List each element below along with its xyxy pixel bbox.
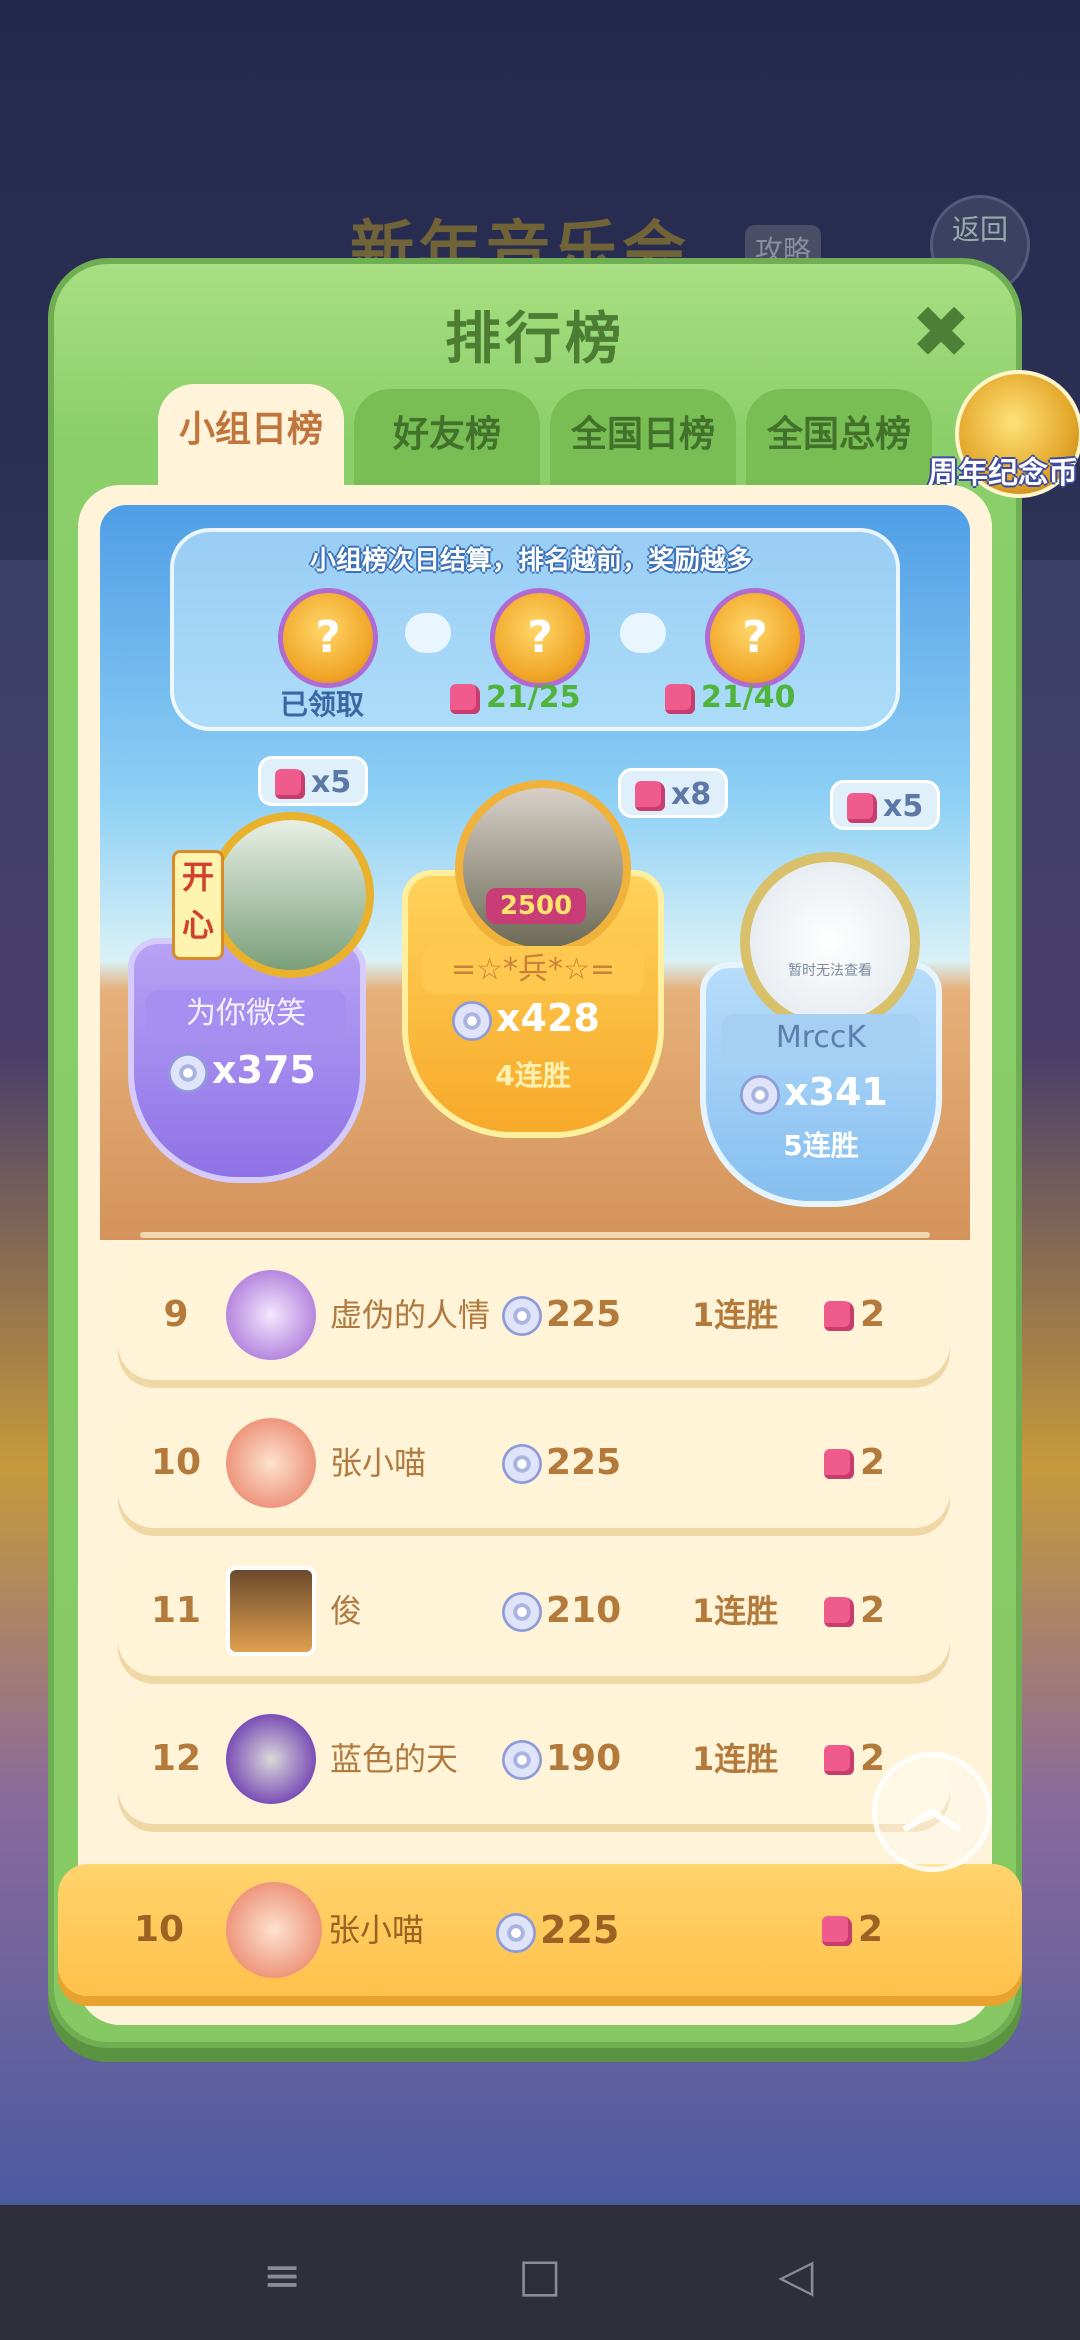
reward-chest-2-icon[interactable]: ?: [490, 588, 590, 688]
disc-icon: [496, 1912, 536, 1953]
reward-chest-3-icon[interactable]: ?: [705, 588, 805, 688]
my-avatar: [226, 1882, 322, 1978]
player-streak: 1连胜: [692, 1740, 779, 1778]
tab-friends[interactable]: 好友榜: [354, 389, 540, 489]
my-score: 225: [496, 1864, 619, 1996]
arrow-right-icon: [620, 613, 666, 653]
table-row[interactable]: 11 俊 210 1连胜 2: [118, 1546, 950, 1676]
second-avatar[interactable]: [208, 812, 374, 978]
second-pieces-bubble: x5: [258, 756, 369, 806]
avatar: [226, 1418, 316, 1508]
third-name: MrccK: [722, 1014, 920, 1062]
rank-number: 12: [150, 1738, 202, 1779]
player-streak: 1连胜: [692, 1296, 779, 1334]
third-avatar[interactable]: 暂时无法查看: [740, 852, 920, 1032]
puzzle-piece-icon: [822, 1916, 852, 1946]
my-pieces: 2: [822, 1864, 883, 1996]
table-row[interactable]: 10 张小喵 225 2: [118, 1398, 950, 1528]
player-streak: 1连胜: [692, 1592, 779, 1630]
puzzle-piece-icon: [665, 683, 695, 714]
tab-group-daily[interactable]: 小组日榜: [158, 384, 344, 494]
tab-national-total[interactable]: 全国总榜: [746, 389, 932, 489]
third-pieces-bubble: x5: [830, 780, 941, 830]
reward-notice: 小组榜次日结算，排名越前，奖励越多: [309, 546, 752, 576]
second-name: 为你微笑: [146, 990, 346, 1038]
menu-icon[interactable]: ≡: [252, 2245, 312, 2305]
disc-icon: [502, 1740, 542, 1780]
system-navigation-bar: ≡ □ ◁: [0, 2205, 1080, 2340]
disc-icon: [502, 1444, 542, 1484]
my-name: 张小喵: [328, 1911, 425, 1949]
second-badge: 开心: [172, 850, 224, 960]
player-name: 俊: [330, 1592, 363, 1630]
second-score: x375: [168, 1048, 316, 1093]
puzzle-piece-icon: [824, 1745, 854, 1775]
puzzle-piece-icon: [824, 1449, 854, 1479]
back-icon[interactable]: ◁: [766, 2245, 826, 2305]
reward-2-progress: 21/25: [450, 680, 580, 715]
puzzle-piece-icon: [635, 780, 665, 811]
first-score: x428: [452, 996, 600, 1041]
third-avatar-text: 暂时无法查看: [788, 963, 872, 979]
player-pieces: 2: [824, 1546, 885, 1676]
player-name: 虚伪的人情: [330, 1296, 491, 1334]
player-score: 190: [502, 1694, 621, 1824]
player-score: 210: [502, 1546, 621, 1676]
puzzle-piece-icon: [450, 683, 480, 714]
first-streak: 4连胜: [495, 1059, 571, 1092]
rank-number: 11: [150, 1590, 202, 1631]
my-rank-bar[interactable]: 10 张小喵 225 2: [58, 1864, 1022, 1996]
player-score: 225: [502, 1250, 621, 1380]
player-name: 张小喵: [330, 1444, 427, 1482]
reward-1-status: 已领取: [280, 688, 365, 721]
first-pieces-bubble: x8: [618, 768, 729, 818]
reward-chest-1-icon[interactable]: ?: [278, 588, 378, 688]
disc-icon: [168, 1052, 208, 1093]
third-score: x341: [740, 1070, 888, 1115]
disc-icon: [502, 1592, 542, 1632]
divider: [140, 1232, 930, 1238]
rank-number: 9: [163, 1294, 189, 1335]
first-avatar[interactable]: [455, 780, 631, 956]
panel-title: 排行榜: [445, 307, 625, 372]
reward-3-progress: 21/40: [665, 680, 795, 715]
player-score: 225: [502, 1398, 621, 1528]
avatar: [226, 1270, 316, 1360]
avatar: [226, 1714, 316, 1804]
player-pieces: 2: [824, 1398, 885, 1528]
my-rank-number: 10: [134, 1909, 185, 1950]
table-row[interactable]: 12 蓝色的天 190 1连胜 2: [118, 1694, 950, 1824]
puzzle-piece-icon: [824, 1301, 854, 1331]
close-icon[interactable]: ✖: [908, 296, 974, 368]
rank-number: 10: [150, 1442, 202, 1483]
first-name: =☆*兵*☆=: [422, 946, 644, 994]
avatar: [226, 1566, 316, 1656]
puzzle-piece-icon: [847, 792, 877, 823]
table-row[interactable]: 9 虚伪的人情 225 1连胜 2: [118, 1250, 950, 1380]
scroll-top-button[interactable]: ︿: [872, 1752, 992, 1872]
third-streak: 5连胜: [783, 1129, 859, 1162]
puzzle-piece-icon: [275, 768, 305, 799]
puzzle-piece-icon: [824, 1597, 854, 1627]
player-pieces: 2: [824, 1250, 885, 1380]
arrow-right-icon: [405, 613, 451, 653]
disc-icon: [740, 1074, 780, 1115]
home-icon[interactable]: □: [510, 2245, 570, 2305]
tab-national-daily[interactable]: 全国日榜: [550, 389, 736, 489]
disc-icon: [502, 1296, 542, 1336]
disc-icon: [452, 1000, 492, 1041]
player-name: 蓝色的天: [330, 1740, 459, 1778]
first-frame-badge: 2500: [486, 888, 586, 924]
